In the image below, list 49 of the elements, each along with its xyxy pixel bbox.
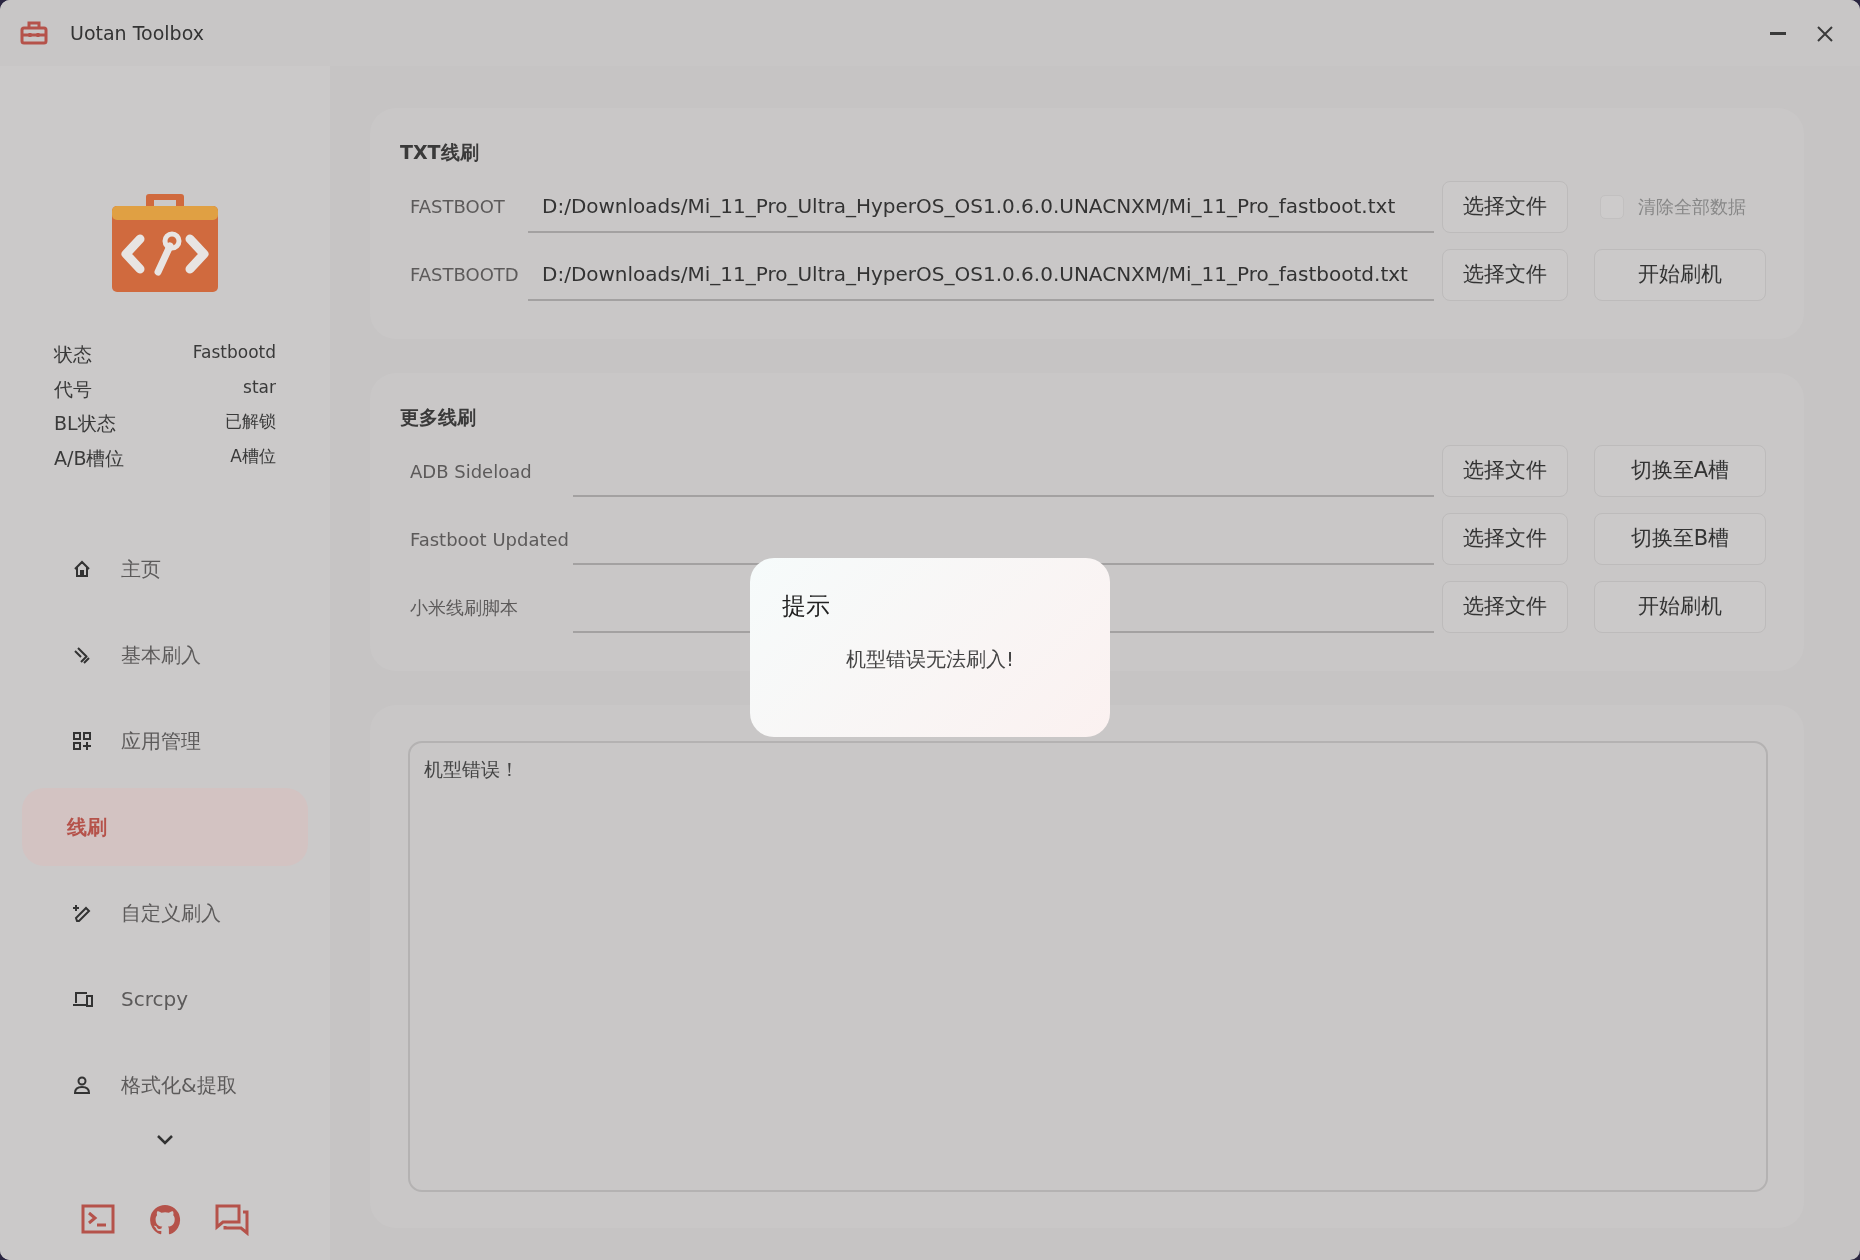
pencil-plus-icon — [72, 903, 93, 923]
info-value: star — [242, 375, 276, 399]
dialog-title: 提示 — [782, 591, 831, 622]
path-field[interactable]: D:/Downloads/Mi_11_Pro_Ultra_HyperOS_OS1.0.6.0.UNACNXM/Mi_11_Pro_fastboot.txt — [528, 180, 1434, 233]
field-label: ADB Sideload — [409, 459, 533, 484]
info-label: A/B槽位 — [54, 445, 126, 471]
field-label: 小米线刷脚本 — [409, 595, 519, 620]
devices-icon — [72, 989, 93, 1009]
log-output[interactable]: 机型错误！ — [408, 741, 1768, 1192]
choose-file-button[interactable]: 选择文件 — [1442, 248, 1568, 301]
section-title: 更多线刷 — [400, 404, 477, 430]
action-button[interactable]: 切换至A槽 — [1594, 445, 1766, 497]
info-value: Fastbootd — [192, 341, 276, 364]
choose-file-button[interactable]: 选择文件 — [1442, 513, 1568, 565]
choose-file-button[interactable]: 选择文件 — [1442, 180, 1568, 233]
field-label: Fastboot Updated — [409, 527, 570, 552]
nav-item[interactable]: 应用管理 — [22, 702, 308, 780]
nav-item[interactable]: 格式化&提取 — [22, 1046, 308, 1124]
nav-item[interactable]: 自定义刷入 — [22, 874, 308, 952]
person-icon — [72, 1075, 93, 1095]
choose-file-button[interactable]: 选择文件 — [1442, 581, 1568, 633]
field-label: FASTBOOT — [409, 195, 506, 219]
flash-button[interactable]: 开始刷机 — [1594, 248, 1766, 301]
github-icon[interactable] — [149, 1204, 181, 1236]
nav-item[interactable]: 主页 — [22, 530, 308, 608]
terminal-icon[interactable] — [81, 1204, 115, 1234]
field-label: FASTBOOTD — [409, 263, 520, 287]
choose-file-button[interactable]: 选择文件 — [1442, 445, 1568, 497]
action-button[interactable]: 开始刷机 — [1594, 581, 1766, 633]
nav-item[interactable]: Scrcpy — [22, 960, 308, 1038]
window-title: Uotan Toolbox — [70, 20, 204, 46]
checkbox-label: 清除全部数据 — [1638, 195, 1746, 219]
chevron-down-icon[interactable] — [156, 1134, 174, 1146]
nav-item[interactable]: 基本刷入 — [22, 616, 308, 694]
chat-icon[interactable] — [215, 1204, 249, 1236]
action-button[interactable]: 切换至B槽 — [1594, 513, 1766, 565]
section-title: TXT线刷 — [400, 140, 480, 165]
path-field[interactable]: D:/Downloads/Mi_11_Pro_Ultra_HyperOS_OS1.0.6.0.UNACNXM/Mi_11_Pro_fastbootd.txt — [528, 248, 1434, 301]
info-label: BL状态 — [54, 411, 117, 436]
dialog-message: 机型错误无法刷入! — [845, 646, 1015, 673]
toolbox-icon — [20, 21, 48, 45]
info-value: A槽位 — [229, 444, 276, 468]
info-label: 代号 — [54, 376, 93, 402]
info-value: 已解锁 — [224, 410, 276, 433]
apps-grid-icon — [72, 731, 93, 751]
info-label: 状态 — [54, 342, 93, 367]
close-icon — [1816, 24, 1834, 43]
toolbox-logo-icon — [112, 194, 218, 292]
minimize-icon — [1770, 32, 1786, 35]
